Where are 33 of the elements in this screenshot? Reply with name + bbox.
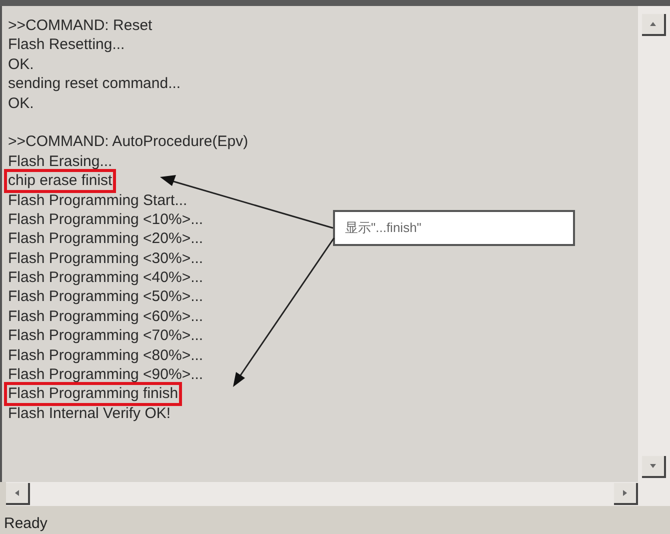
log-line: OK.	[7, 54, 35, 74]
right-arrow-icon	[621, 489, 629, 497]
down-arrow-icon	[649, 462, 657, 470]
log-line: Flash Programming <60%>...	[7, 306, 204, 326]
scroll-left-button[interactable]	[6, 483, 30, 505]
callout-box: 显示"...finish"	[333, 210, 575, 246]
vertical-scrollbar[interactable]	[638, 6, 670, 482]
log-line: Flash Programming <90%>...	[7, 365, 204, 384]
horizontal-scrollbar[interactable]	[6, 482, 638, 506]
scroll-up-button[interactable]	[642, 14, 666, 36]
log-line: Flash Programming <70%>...	[7, 326, 204, 346]
status-text: Ready	[3, 514, 48, 534]
log-line: >>COMMAND: Reset	[7, 16, 154, 36]
log-line: >>COMMAND: AutoProcedure(Epv)	[7, 132, 250, 152]
log-line: Flash Internal Verify OK!	[7, 404, 172, 424]
log-line: OK.	[7, 94, 35, 113]
log-line: Flash Programming Start...	[7, 190, 188, 210]
scroll-down-button[interactable]	[642, 456, 666, 478]
log-line: Flash Programming <40%>...	[7, 268, 204, 288]
log-line: Flash Programming <20%>...	[7, 229, 204, 249]
log-line: Flash Erasing...	[7, 152, 114, 172]
log-line: Flash Programming <30%>...	[7, 248, 204, 268]
log-line: sending reset command...	[7, 74, 182, 94]
highlighted-log-line: Flash Programming finish	[6, 384, 180, 404]
log-line: Flash Programming <50%>...	[7, 287, 204, 307]
log-line: Flash Resetting...	[7, 35, 126, 55]
left-arrow-icon	[13, 489, 21, 497]
scroll-right-button[interactable]	[614, 483, 638, 505]
highlighted-log-line: chip erase finist	[6, 171, 114, 191]
up-arrow-icon	[649, 20, 657, 28]
log-line: Flash Programming <80%>...	[7, 346, 204, 366]
log-line: Flash Programming <10%>...	[7, 210, 204, 230]
scrollbar-corner	[638, 482, 670, 506]
